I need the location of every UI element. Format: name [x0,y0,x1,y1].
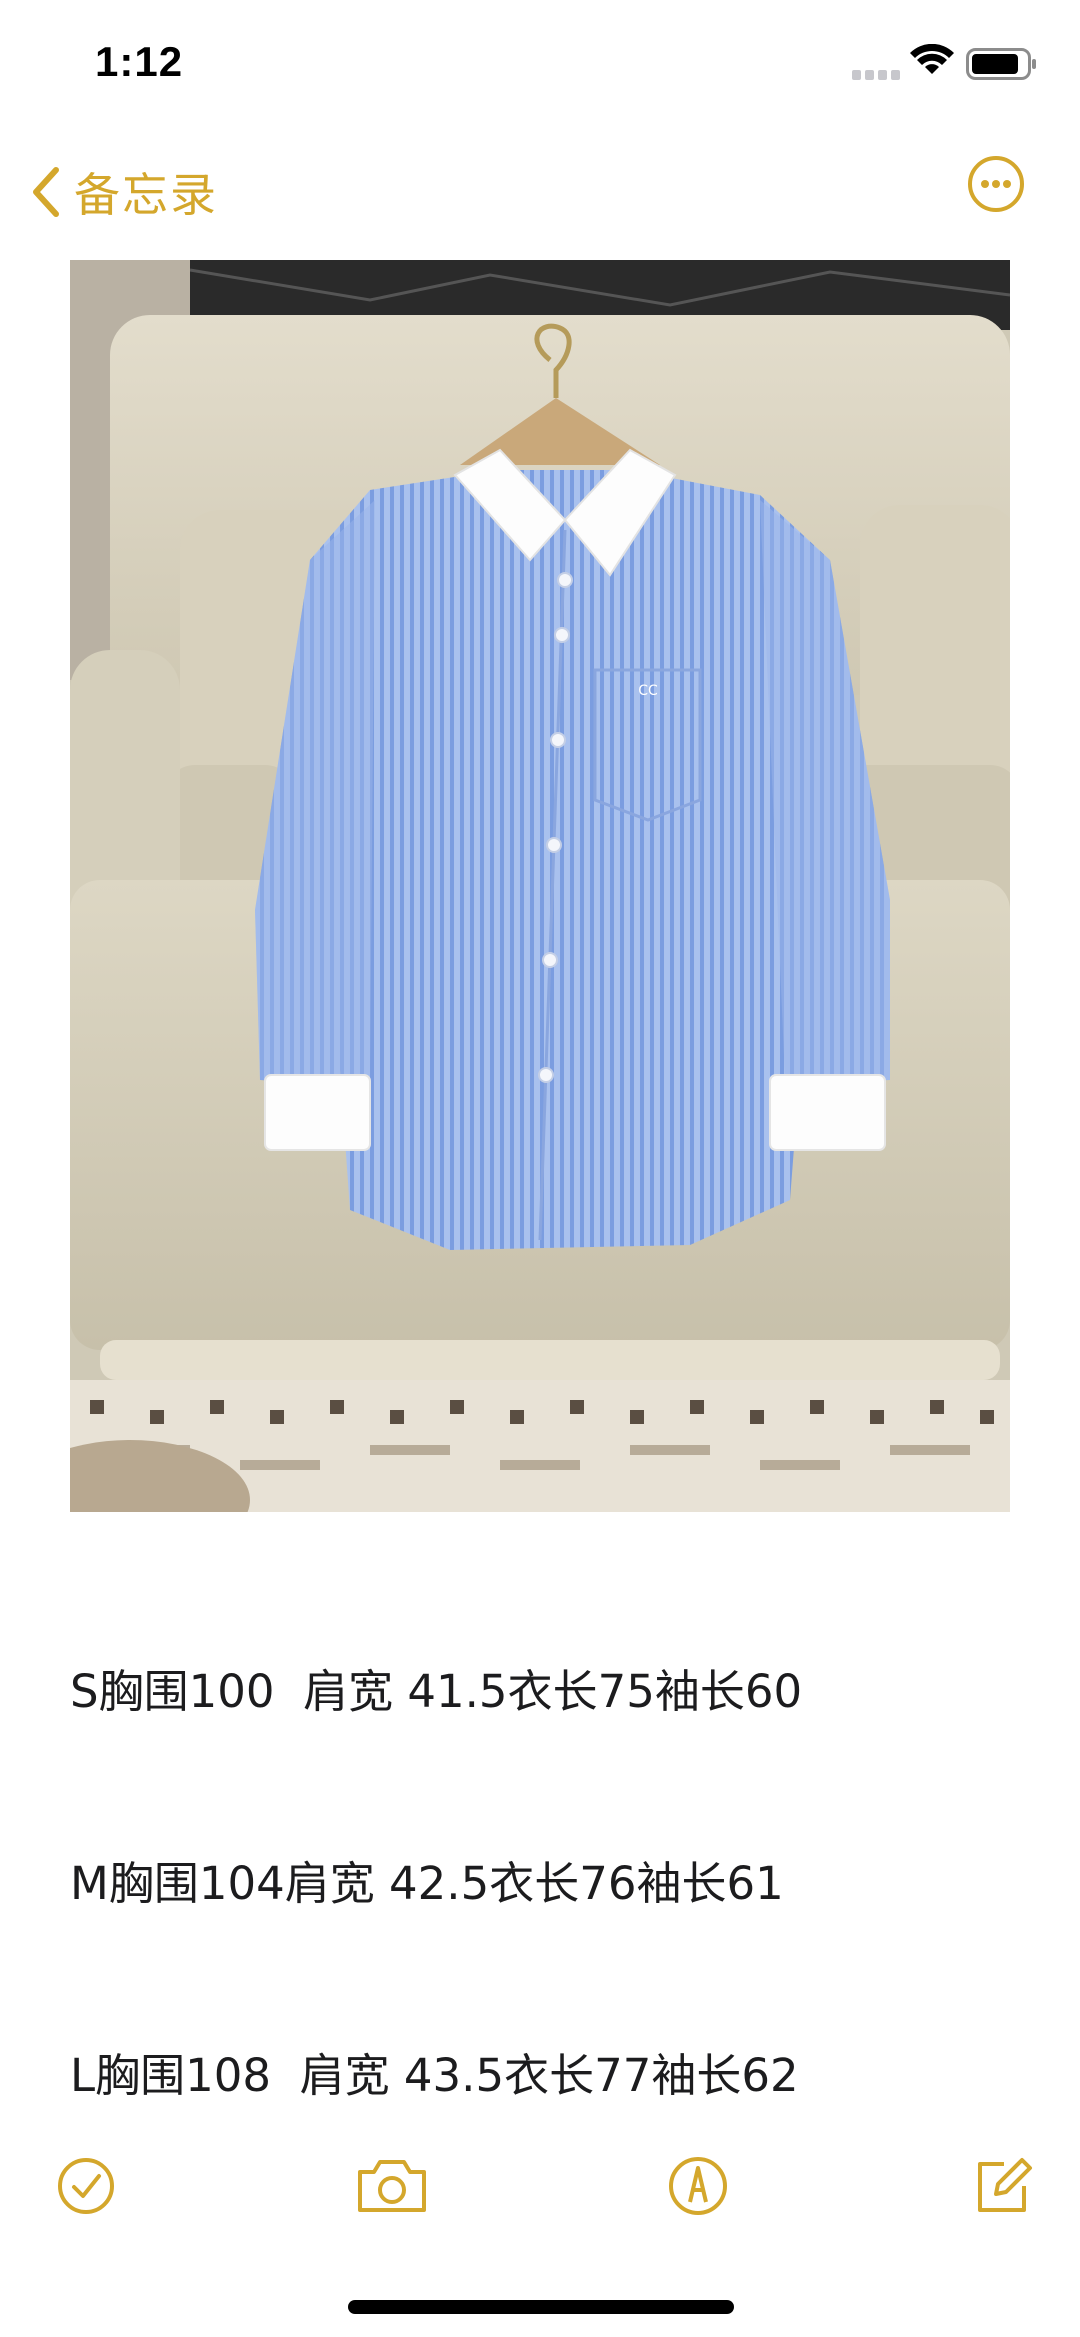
battery-icon [966,48,1036,80]
back-label: 备忘录 [74,168,218,222]
note-line: M胸围104肩宽 42.5衣长76袖长61 [70,1857,784,1910]
wifi-icon [910,44,954,74]
svg-text:CC: CC [638,683,658,699]
more-button[interactable] [966,154,1026,214]
markup-button[interactable] [666,2154,730,2218]
shirt-photo: CC [70,260,1010,1512]
chevron-left-icon [33,167,59,217]
bottom-toolbar [0,2150,1080,2230]
note-photo[interactable]: CC [70,260,1010,1512]
ellipsis-circle-icon [968,156,1024,212]
cellular-signal-icon [852,70,900,80]
note-body[interactable]: S胸围100 肩宽 41.5衣长75袖长60 M胸围104肩宽 42.5衣长76… [70,1532,1030,2236]
home-indicator[interactable] [348,2300,734,2314]
notes-screen: 1:12 备忘录 CC S胸围100 肩宽 41.5衣长75袖长60 M胸围10… [0,0,1080,2337]
camera-icon [358,2160,426,2212]
compose-icon [978,2158,1032,2212]
checklist-icon [58,2158,114,2214]
status-bar: 1:12 [0,0,1080,130]
nav-bar: 备忘录 [0,140,1080,250]
note-line: L胸围108 肩宽 43.5衣长77袖长62 [70,2049,799,2102]
note-line: S胸围100 肩宽 41.5衣长75袖长60 [70,1665,803,1718]
back-button[interactable]: 备忘录 [30,152,218,232]
compose-button[interactable] [970,2154,1034,2218]
markup-pen-icon [669,2157,727,2215]
status-time: 1:12 [95,38,184,85]
camera-button[interactable] [354,2154,430,2218]
checklist-button[interactable] [54,2154,118,2218]
